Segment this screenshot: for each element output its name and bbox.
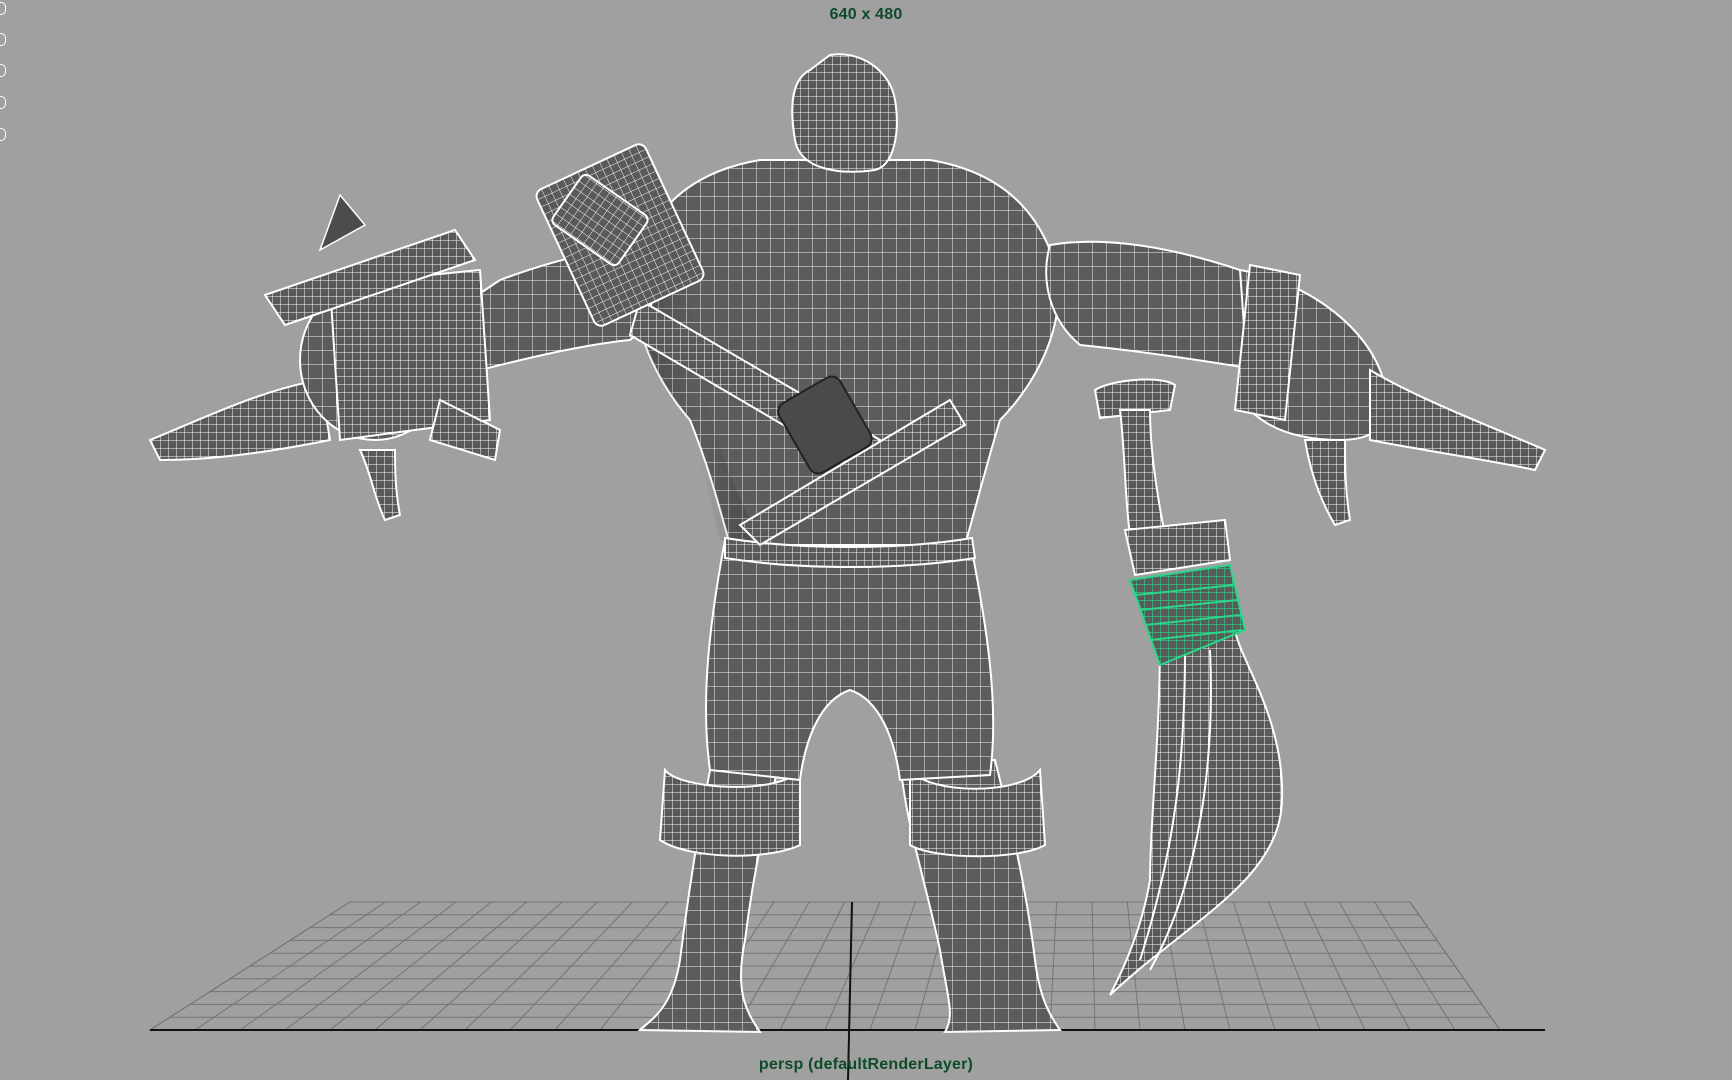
camera-name-label: persp (defaultRenderLayer) [758, 1056, 974, 1073]
curved-sword[interactable] [1093, 378, 1284, 996]
resolution-gate-label: 640 x 480 [829, 6, 903, 23]
right-fist[interactable] [1233, 263, 1547, 527]
persp-viewport[interactable]: 640 x 480 persp (defaultRenderLayer) [0, 0, 1732, 1080]
viewport-canvas[interactable] [0, 0, 1732, 1080]
ground-grid [148, 901, 1545, 1080]
left-fist-mace[interactable] [148, 193, 502, 522]
